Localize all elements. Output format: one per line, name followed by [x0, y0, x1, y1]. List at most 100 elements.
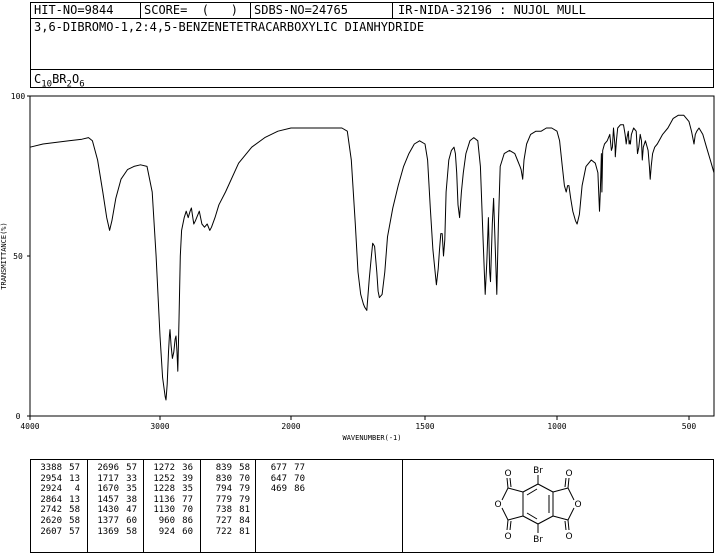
- x-tick-label: 2000: [281, 422, 300, 431]
- chart-series: [29, 114, 715, 401]
- atom-o-carbonyl: O: [565, 532, 572, 542]
- peak-wavenumber: 1228: [153, 484, 175, 495]
- peak-wavenumber: 722: [215, 526, 232, 537]
- bond: [522, 483, 539, 493]
- bond: [526, 512, 538, 520]
- molecule-structure: Br Br O O O O O O: [494, 466, 581, 545]
- peak-wavenumber: 960: [158, 515, 175, 526]
- peak-transmittance-column: 57 33 35 38 47 60 58: [123, 463, 137, 537]
- peak-transmittance-column: 57 13 4 13 58 58 57: [66, 463, 80, 537]
- peak-wavenumber: 1670: [97, 484, 119, 495]
- bond: [501, 507, 509, 521]
- peak-table-divider: [255, 460, 256, 552]
- peak-wavenumber: 2742: [40, 505, 62, 516]
- peak-wavenumber: 1252: [153, 473, 175, 484]
- peak-transmittance: 86: [182, 515, 193, 526]
- peak-wavenumber: 647: [270, 473, 287, 484]
- peak-wavenumber: 1430: [97, 505, 119, 516]
- peak-wavenumber-column: 1272 1252 1228 1136 1130 960 924: [149, 463, 175, 537]
- peak-wavenumber: 2607: [40, 526, 62, 537]
- peak-transmittance-column: 77 70 86: [291, 463, 305, 495]
- peak-transmittance: 57: [126, 463, 137, 473]
- bond: [509, 477, 512, 488]
- chart-ticks: 4000 3000 2000 1500 1000 500 0 50 100: [11, 92, 697, 431]
- atom-br-top: Br: [533, 466, 543, 476]
- peak-transmittance: 57: [69, 526, 80, 537]
- bond: [509, 520, 512, 531]
- peak-wavenumber: 1130: [153, 505, 175, 516]
- peak-transmittance-column: 58 70 79 79 81 84 81: [236, 463, 250, 537]
- structure-panel: Br Br O O O O O O: [402, 459, 714, 553]
- peak-transmittance: 39: [182, 473, 193, 484]
- peak-transmittance: 57: [69, 463, 80, 473]
- peak-transmittance: 35: [182, 484, 193, 495]
- atom-o-ring: O: [494, 500, 501, 510]
- peak-wavenumber: 2696: [97, 463, 119, 473]
- bond: [506, 519, 509, 531]
- peak-transmittance: 60: [126, 515, 137, 526]
- peak-table-divider: [200, 460, 201, 552]
- peak-transmittance: 84: [239, 515, 250, 526]
- x-tick-label: 500: [682, 422, 697, 431]
- peak-transmittance: 58: [126, 526, 137, 537]
- peak-wavenumber: 779: [215, 494, 232, 505]
- peak-transmittance: 79: [239, 494, 250, 505]
- peak-wavenumber: 2620: [40, 515, 62, 526]
- peak-wavenumber-column: 839 830 794 779 738 727 722: [206, 463, 232, 537]
- peak-table: 3388 2954 2924 2864 2742 2620 2607 57 13 4 13 58 58 5…: [30, 459, 403, 553]
- chart-axes: [29, 95, 715, 417]
- bond: [564, 477, 567, 488]
- peak-transmittance: 86: [294, 484, 305, 495]
- bond: [567, 507, 575, 521]
- peak-transmittance: 47: [126, 505, 137, 516]
- peak-wavenumber: 2954: [40, 473, 62, 484]
- peak-transmittance: 77: [294, 463, 305, 473]
- peak-transmittance: 70: [182, 505, 193, 516]
- y-axis-label: TRANSMITTANCE(%): [0, 222, 8, 289]
- peak-wavenumber: 1377: [97, 515, 119, 526]
- bond: [522, 515, 539, 525]
- molecule-bonds: [501, 475, 575, 533]
- peak-wavenumber: 1136: [153, 494, 175, 505]
- peak-wavenumber: 2864: [40, 494, 62, 505]
- peak-wavenumber: 830: [215, 473, 232, 484]
- bond: [507, 487, 524, 493]
- peak-transmittance: 58: [239, 463, 250, 473]
- peak-transmittance: 36: [182, 463, 193, 473]
- bond: [552, 487, 569, 493]
- peak-transmittance: 35: [126, 484, 137, 495]
- atom-br-bottom: Br: [533, 535, 543, 545]
- peak-transmittance: 58: [69, 515, 80, 526]
- peak-wavenumber: 839: [215, 463, 232, 473]
- peak-wavenumber: 794: [215, 484, 232, 495]
- y-tick-label: 100: [11, 92, 26, 101]
- peak-wavenumber: 924: [158, 526, 175, 537]
- bond: [564, 520, 567, 531]
- bond: [526, 488, 538, 496]
- peak-transmittance: 81: [239, 526, 250, 537]
- x-tick-label: 1500: [415, 422, 434, 431]
- atom-o-carbonyl: O: [504, 469, 511, 479]
- spectrum-line: [29, 114, 715, 401]
- peak-wavenumber: 1272: [153, 463, 175, 473]
- atom-o-carbonyl: O: [565, 469, 572, 479]
- bond: [507, 515, 524, 521]
- peak-transmittance: 4: [74, 484, 80, 495]
- x-tick-label: 1000: [547, 422, 566, 431]
- y-tick-label: 50: [13, 252, 23, 261]
- peak-transmittance: 60: [182, 526, 193, 537]
- peak-table-divider: [87, 460, 88, 552]
- peak-wavenumber: 1717: [97, 473, 119, 484]
- peak-wavenumber: 727: [215, 515, 232, 526]
- peak-transmittance: 70: [239, 473, 250, 484]
- peak-wavenumber: 738: [215, 505, 232, 516]
- peak-wavenumber: 677: [270, 463, 287, 473]
- peak-transmittance: 33: [126, 473, 137, 484]
- bond: [506, 477, 509, 489]
- bond: [552, 515, 569, 521]
- peak-wavenumber: 1369: [97, 526, 119, 537]
- peak-transmittance: 70: [294, 473, 305, 484]
- peak-wavenumber: 2924: [40, 484, 62, 495]
- peak-transmittance: 58: [69, 505, 80, 516]
- peak-transmittance: 81: [239, 505, 250, 516]
